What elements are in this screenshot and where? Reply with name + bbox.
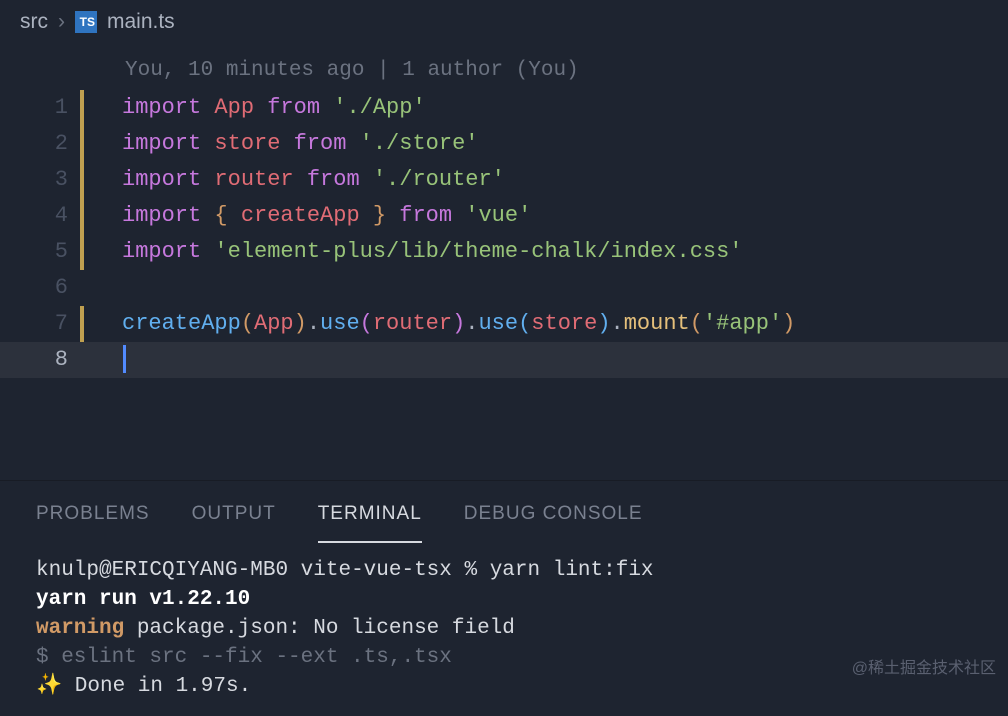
panel-tabs: PROBLEMS OUTPUT TERMINAL DEBUG CONSOLE <box>0 481 1008 543</box>
terminal-output[interactable]: knulp@ERICQIYANG-MB0 vite-vue-tsx % yarn… <box>0 543 1008 716</box>
typescript-icon: TS <box>75 11 97 33</box>
code-line[interactable] <box>122 342 126 377</box>
git-gutter-modified <box>80 162 84 198</box>
code-line[interactable]: import store from './store' <box>122 126 478 161</box>
git-gutter-modified <box>80 198 84 234</box>
git-gutter-modified <box>80 234 84 270</box>
line-number: 8 <box>0 342 80 377</box>
sparkles-icon: ✨ <box>36 675 62 698</box>
line-number: 4 <box>0 198 80 233</box>
code-line[interactable]: createApp(App).use(router).use(store).mo… <box>122 306 795 341</box>
git-gutter-modified <box>80 126 84 162</box>
line-number: 7 <box>0 306 80 341</box>
breadcrumb-file[interactable]: main.ts <box>107 5 175 39</box>
code-line[interactable]: import 'element-plus/lib/theme-chalk/ind… <box>122 234 743 269</box>
bottom-panel: PROBLEMS OUTPUT TERMINAL DEBUG CONSOLE k… <box>0 480 1008 712</box>
line-number: 6 <box>0 270 80 305</box>
line-number: 5 <box>0 234 80 269</box>
tab-problems[interactable]: PROBLEMS <box>36 499 150 543</box>
chevron-right-icon: › <box>58 5 65 39</box>
code-line[interactable]: import router from './router' <box>122 162 505 197</box>
tab-terminal[interactable]: TERMINAL <box>318 499 422 543</box>
tab-output[interactable]: OUTPUT <box>192 499 276 543</box>
git-gutter-modified <box>80 306 84 342</box>
line-number: 3 <box>0 162 80 197</box>
breadcrumb-folder[interactable]: src <box>20 5 48 39</box>
code-editor[interactable]: 1 import App from './App' 2 import store… <box>0 90 1008 378</box>
git-gutter-modified <box>80 90 84 126</box>
line-number: 1 <box>0 90 80 125</box>
code-line[interactable]: import App from './App' <box>122 90 426 125</box>
line-number: 2 <box>0 126 80 161</box>
breadcrumb: src › TS main.ts <box>0 0 1008 44</box>
text-cursor <box>123 345 126 373</box>
code-line[interactable]: import { createApp } from 'vue' <box>122 198 531 233</box>
tab-debug-console[interactable]: DEBUG CONSOLE <box>464 499 643 543</box>
watermark: @稀土掘金技术社区 <box>852 656 996 682</box>
git-blame-annotation: You, 10 minutes ago | 1 author (You) <box>0 54 1008 88</box>
